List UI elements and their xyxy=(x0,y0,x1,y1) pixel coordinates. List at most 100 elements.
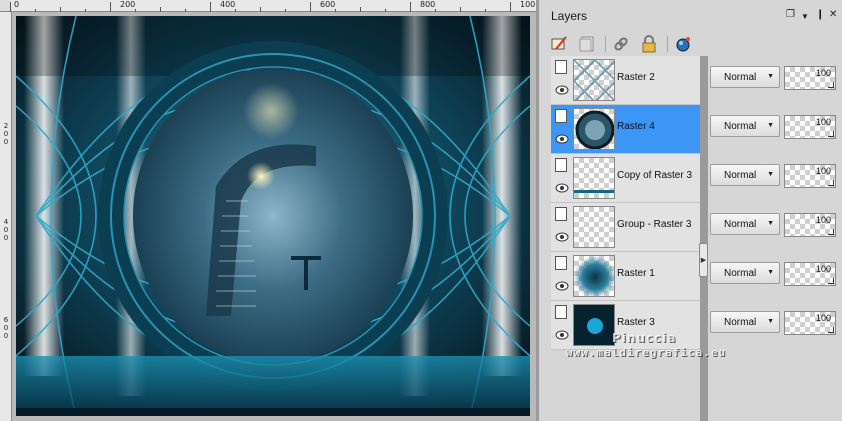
layer-name: Group - Raster 3 xyxy=(617,219,692,230)
opacity-field[interactable]: 100 xyxy=(784,164,836,188)
chevron-down-icon: ▼ xyxy=(767,318,774,325)
restore-icon[interactable]: ❐ xyxy=(786,10,795,20)
opacity-field[interactable]: 100 xyxy=(784,262,836,286)
eye-icon[interactable] xyxy=(554,133,570,145)
splitter-grip-icon[interactable]: ▶ xyxy=(699,243,708,277)
psp-window: 0 200 400 600 800 100 2 0 0 4 0 0 6 0 0 … xyxy=(0,0,842,421)
opacity-field[interactable]: 100 xyxy=(784,66,836,90)
ruler-label: 0 xyxy=(3,332,9,340)
blend-mode-value: Normal xyxy=(724,72,757,83)
opacity-field[interactable]: 100 xyxy=(784,115,836,139)
lock-icon[interactable] xyxy=(639,34,659,54)
panel-toolbar xyxy=(539,32,842,56)
toolbar-separator xyxy=(667,36,668,52)
eye-icon[interactable] xyxy=(554,329,570,341)
layer-name: Raster 2 xyxy=(617,72,655,83)
ruler-label: 4 xyxy=(3,218,9,226)
opacity-value: 100 xyxy=(815,215,831,225)
layer-props: Normal ▼ 100 xyxy=(708,56,842,105)
layer-props: Normal ▼ 100 xyxy=(708,154,842,203)
close-icon[interactable]: ✕ xyxy=(829,10,837,20)
blend-mode-value: Normal xyxy=(724,219,757,230)
opacity-value: 100 xyxy=(815,313,831,323)
layer-thumbnail xyxy=(573,206,615,248)
eye-icon[interactable] xyxy=(554,84,570,96)
layer-page-icon[interactable] xyxy=(555,256,567,270)
blend-mode-select[interactable]: Normal ▼ xyxy=(710,311,780,333)
layer-properties-icon[interactable] xyxy=(549,34,569,54)
ruler-label: 6 xyxy=(3,316,9,324)
layer-props: Normal ▼ 100 xyxy=(708,252,842,301)
ruler-top: 0 200 400 600 800 100 xyxy=(10,0,536,12)
layer-row[interactable]: Raster 1 xyxy=(551,252,701,301)
watermark-url: www.maldiregrafica.eu xyxy=(566,346,727,359)
ruler-label: 2 xyxy=(3,122,9,130)
layer-row[interactable]: Group - Raster 3 xyxy=(551,203,701,252)
layer-row[interactable]: Raster 2 xyxy=(551,56,701,105)
panel-splitter[interactable] xyxy=(700,56,708,421)
layer-page-icon[interactable] xyxy=(555,109,567,123)
layer-page-icon[interactable] xyxy=(555,60,567,74)
layer-effect-icon[interactable] xyxy=(673,34,693,54)
layer-page-icon[interactable] xyxy=(555,158,567,172)
ruler-label: 0 xyxy=(3,138,9,146)
blend-mode-value: Normal xyxy=(724,268,757,279)
blend-mode-value: Normal xyxy=(724,317,757,328)
blend-mode-select[interactable]: Normal ▼ xyxy=(710,164,780,186)
canvas-area[interactable]: 0 200 400 600 800 100 2 0 0 4 0 0 6 0 0 xyxy=(0,0,536,421)
chevron-down-icon: ▼ xyxy=(767,73,774,80)
layer-thumbnail xyxy=(573,255,615,297)
layer-visibility xyxy=(553,107,571,151)
ruler-ticks xyxy=(10,2,511,12)
eye-icon[interactable] xyxy=(554,231,570,243)
opacity-field[interactable]: 100 xyxy=(784,213,836,237)
eye-icon[interactable] xyxy=(554,280,570,292)
layer-name: Raster 4 xyxy=(617,121,655,132)
opacity-value: 100 xyxy=(815,264,831,274)
resize-corner-icon xyxy=(828,327,834,333)
layer-list: Raster 2 Raster 4 Copy of Raster 3 Group… xyxy=(551,56,701,356)
link-icon[interactable] xyxy=(611,34,631,54)
layer-page-icon[interactable] xyxy=(555,305,567,319)
resize-corner-icon xyxy=(828,131,834,137)
blend-mode-select[interactable]: Normal ▼ xyxy=(710,66,780,88)
layer-name: Raster 1 xyxy=(617,268,655,279)
layer-thumbnail xyxy=(573,59,615,101)
ruler-label: 0 xyxy=(3,226,9,234)
layer-thumbnail xyxy=(573,304,615,346)
resize-corner-icon xyxy=(828,180,834,186)
layer-thumbnail xyxy=(573,157,615,199)
ruler-label: 0 xyxy=(3,234,9,242)
toolbar-separator xyxy=(605,36,606,52)
layer-visibility xyxy=(553,254,571,298)
new-layer-icon[interactable] xyxy=(577,34,597,54)
eye-icon[interactable] xyxy=(554,182,570,194)
panel-header: Layers ❐ ▼ ❙ ✕ xyxy=(539,0,842,32)
layer-name: Raster 3 xyxy=(617,317,655,328)
blend-mode-value: Normal xyxy=(724,170,757,181)
layer-page-icon[interactable] xyxy=(555,207,567,221)
layer-visibility xyxy=(553,303,571,347)
chevron-down-icon: ▼ xyxy=(767,220,774,227)
layer-thumbnail xyxy=(573,108,615,150)
layer-props: Normal ▼ 100 xyxy=(708,105,842,154)
pin-icon[interactable]: ❙ xyxy=(816,10,824,20)
opacity-value: 100 xyxy=(815,68,831,78)
blend-mode-select[interactable]: Normal ▼ xyxy=(710,115,780,137)
artwork-image xyxy=(16,16,530,416)
chevron-down-icon: ▼ xyxy=(767,122,774,129)
layer-visibility xyxy=(553,156,571,200)
layer-row[interactable]: Copy of Raster 3 xyxy=(551,154,701,203)
layer-row-selected[interactable]: Raster 4 xyxy=(551,105,701,154)
ruler-left: 2 0 0 4 0 0 6 0 0 xyxy=(0,12,12,421)
blend-mode-select[interactable]: Normal ▼ xyxy=(710,262,780,284)
opacity-field[interactable]: 100 xyxy=(784,311,836,335)
chevron-down-icon: ▼ xyxy=(767,269,774,276)
opacity-value: 100 xyxy=(815,117,831,127)
panel-title: Layers xyxy=(551,9,588,23)
blend-mode-select[interactable]: Normal ▼ xyxy=(710,213,780,235)
dropdown-icon[interactable]: ▼ xyxy=(801,12,809,22)
layer-name: Copy of Raster 3 xyxy=(617,170,693,181)
canvas-artwork[interactable] xyxy=(16,16,530,416)
chevron-down-icon: ▼ xyxy=(767,171,774,178)
